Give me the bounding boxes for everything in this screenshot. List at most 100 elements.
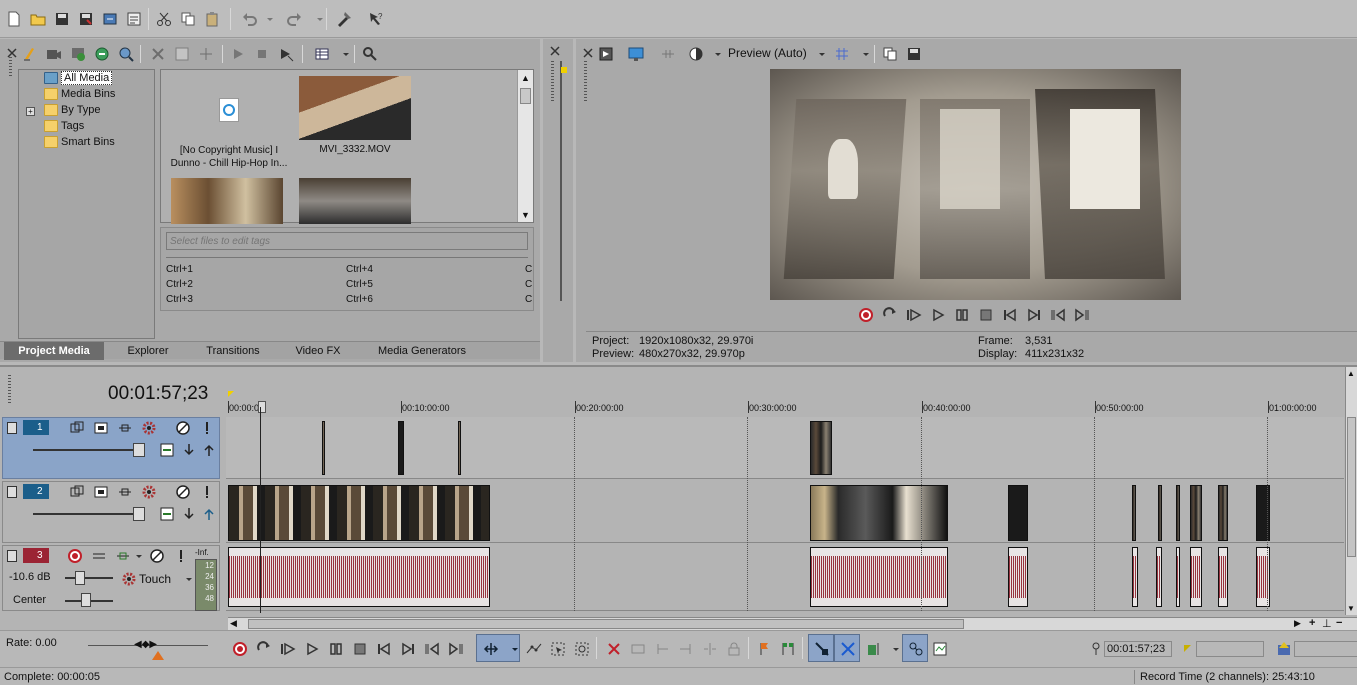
shortcut-label[interactable]: C (525, 264, 532, 275)
pause-icon[interactable] (954, 307, 970, 323)
tree-item-by-type[interactable]: By Type (41, 102, 101, 118)
insert-region-icon[interactable] (780, 641, 796, 657)
tree-expand-icon[interactable]: + (26, 107, 35, 116)
undo-icon[interactable] (242, 11, 258, 27)
zoom-out-icon[interactable]: − (1336, 617, 1342, 629)
mute-icon[interactable] (175, 484, 191, 500)
track-lane-3[interactable] (226, 545, 1344, 611)
stop-icon[interactable] (978, 307, 994, 323)
move-down-icon[interactable] (181, 506, 197, 522)
track-header-3[interactable]: 3 -Inf. 12 24 36 48 -10.6 dB Touch Cente… (2, 545, 220, 611)
envelope-tool-icon[interactable] (526, 641, 542, 657)
grouping-button[interactable] (902, 634, 928, 662)
close-panel-icon[interactable] (547, 43, 560, 59)
split-screen-icon[interactable] (688, 46, 704, 62)
pause-icon[interactable] (328, 641, 344, 657)
lock-icon[interactable] (726, 641, 742, 657)
composite-mode-icon[interactable] (69, 420, 85, 436)
gear-icon[interactable] (141, 484, 157, 500)
video-clip[interactable] (1008, 485, 1028, 541)
tab-project-media[interactable]: Project Media (4, 342, 104, 360)
next-frame-icon[interactable] (448, 641, 464, 657)
gear-icon[interactable] (141, 420, 157, 436)
trim-icon[interactable] (630, 641, 646, 657)
go-to-start-icon[interactable] (376, 641, 392, 657)
level-slider-thumb[interactable] (133, 443, 145, 457)
record-icon[interactable] (858, 307, 874, 323)
audio-clip[interactable] (228, 547, 490, 607)
automation-mode-dropdown-icon[interactable] (181, 571, 192, 587)
video-clip[interactable] (1190, 485, 1202, 541)
scroll-right-icon[interactable]: ▶ (1294, 618, 1301, 629)
redo-dropdown-icon[interactable] (312, 11, 323, 27)
timeline-ruler[interactable]: 00:00:00 00:10:00:00 00:20:00:00 00:30:0… (228, 387, 1344, 415)
save-snapshot-icon[interactable] (906, 46, 922, 62)
tree-item-smart-bins[interactable]: Smart Bins (41, 134, 115, 150)
track-fx-icon[interactable] (117, 420, 133, 436)
tab-media-generators[interactable]: Media Generators (366, 342, 478, 360)
video-clip[interactable] (228, 485, 490, 541)
next-frame-icon[interactable] (1074, 307, 1090, 323)
video-output-fx-icon[interactable] (660, 46, 676, 62)
shortcut-label[interactable]: Ctrl+1 (166, 264, 193, 275)
media-item-audio[interactable]: [No Copyright Music] I Dunno - Chill Hip… (167, 76, 291, 172)
insert-icon[interactable] (198, 46, 214, 62)
track-motion-icon[interactable] (93, 420, 109, 436)
play-from-start-icon[interactable] (280, 641, 296, 657)
save-as-icon[interactable] (78, 11, 94, 27)
video-clip[interactable] (1218, 485, 1228, 541)
external-monitor-icon[interactable] (628, 46, 644, 62)
stop-preview-icon[interactable] (254, 46, 270, 62)
overlays-grid-icon[interactable] (834, 46, 850, 62)
panel-grip[interactable] (551, 61, 554, 101)
arm-for-record-icon[interactable] (67, 548, 83, 564)
views-icon[interactable] (314, 46, 330, 62)
scroll-thumb[interactable] (248, 619, 964, 629)
bypass-fx-icon[interactable] (159, 442, 175, 458)
media-item-video[interactable]: MVI_3332.MOV (299, 76, 411, 172)
go-to-end-icon[interactable] (1026, 307, 1042, 323)
audio-clip[interactable] (1190, 547, 1202, 607)
video-clip[interactable] (398, 421, 404, 475)
timeline-timecode[interactable]: 00:01:57;23 (108, 383, 208, 405)
solo-icon[interactable] (199, 484, 215, 500)
bypass-fx-icon[interactable] (159, 506, 175, 522)
scroll-down-icon[interactable]: ▼ (521, 210, 530, 220)
volume-slider-track[interactable] (65, 577, 113, 579)
shortcut-label[interactable]: Ctrl+3 (166, 294, 193, 305)
insert-marker-icon[interactable] (756, 641, 772, 657)
solo-icon[interactable] (199, 420, 215, 436)
video-thumbnail[interactable] (299, 178, 411, 224)
split-screen-dropdown-icon[interactable] (710, 46, 721, 62)
track-header-2[interactable]: 2 (2, 481, 220, 543)
track-motion-icon[interactable] (93, 484, 109, 500)
tree-item-all-media[interactable]: All Media (41, 70, 113, 86)
lock-envelopes-icon[interactable] (932, 641, 948, 657)
pan-slider-thumb[interactable] (81, 593, 91, 607)
selection-start-field[interactable] (1196, 641, 1264, 657)
zoom-in-icon[interactable]: + (1309, 617, 1315, 629)
stop-icon[interactable] (352, 641, 368, 657)
level-slider-track[interactable] (33, 513, 145, 515)
previous-frame-icon[interactable] (424, 641, 440, 657)
track-header-1[interactable]: 1 (2, 417, 220, 479)
play-from-start-icon[interactable] (906, 307, 922, 323)
snapping-icon[interactable] (866, 641, 882, 657)
auto-preview-icon[interactable] (278, 46, 294, 62)
copy-snapshot-icon[interactable] (882, 46, 898, 62)
copy-icon[interactable] (180, 11, 196, 27)
preview-quality-select[interactable]: Preview (Auto) (728, 46, 807, 60)
capture-video-icon[interactable] (46, 46, 62, 62)
level-slider-track[interactable] (33, 449, 145, 451)
scroll-up-icon[interactable]: ▲ (1347, 369, 1355, 378)
delete-icon[interactable] (606, 641, 622, 657)
track-fx-icon[interactable] (117, 484, 133, 500)
views-dropdown-icon[interactable] (338, 46, 349, 62)
properties-icon[interactable] (126, 11, 142, 27)
volume-slider-thumb[interactable] (75, 571, 85, 585)
composite-mode-icon[interactable] (69, 484, 85, 500)
audio-clip[interactable] (1156, 547, 1162, 607)
play-icon[interactable] (304, 641, 320, 657)
playhead-cursor[interactable] (260, 407, 261, 613)
enable-snapping-icon[interactable] (336, 11, 352, 27)
